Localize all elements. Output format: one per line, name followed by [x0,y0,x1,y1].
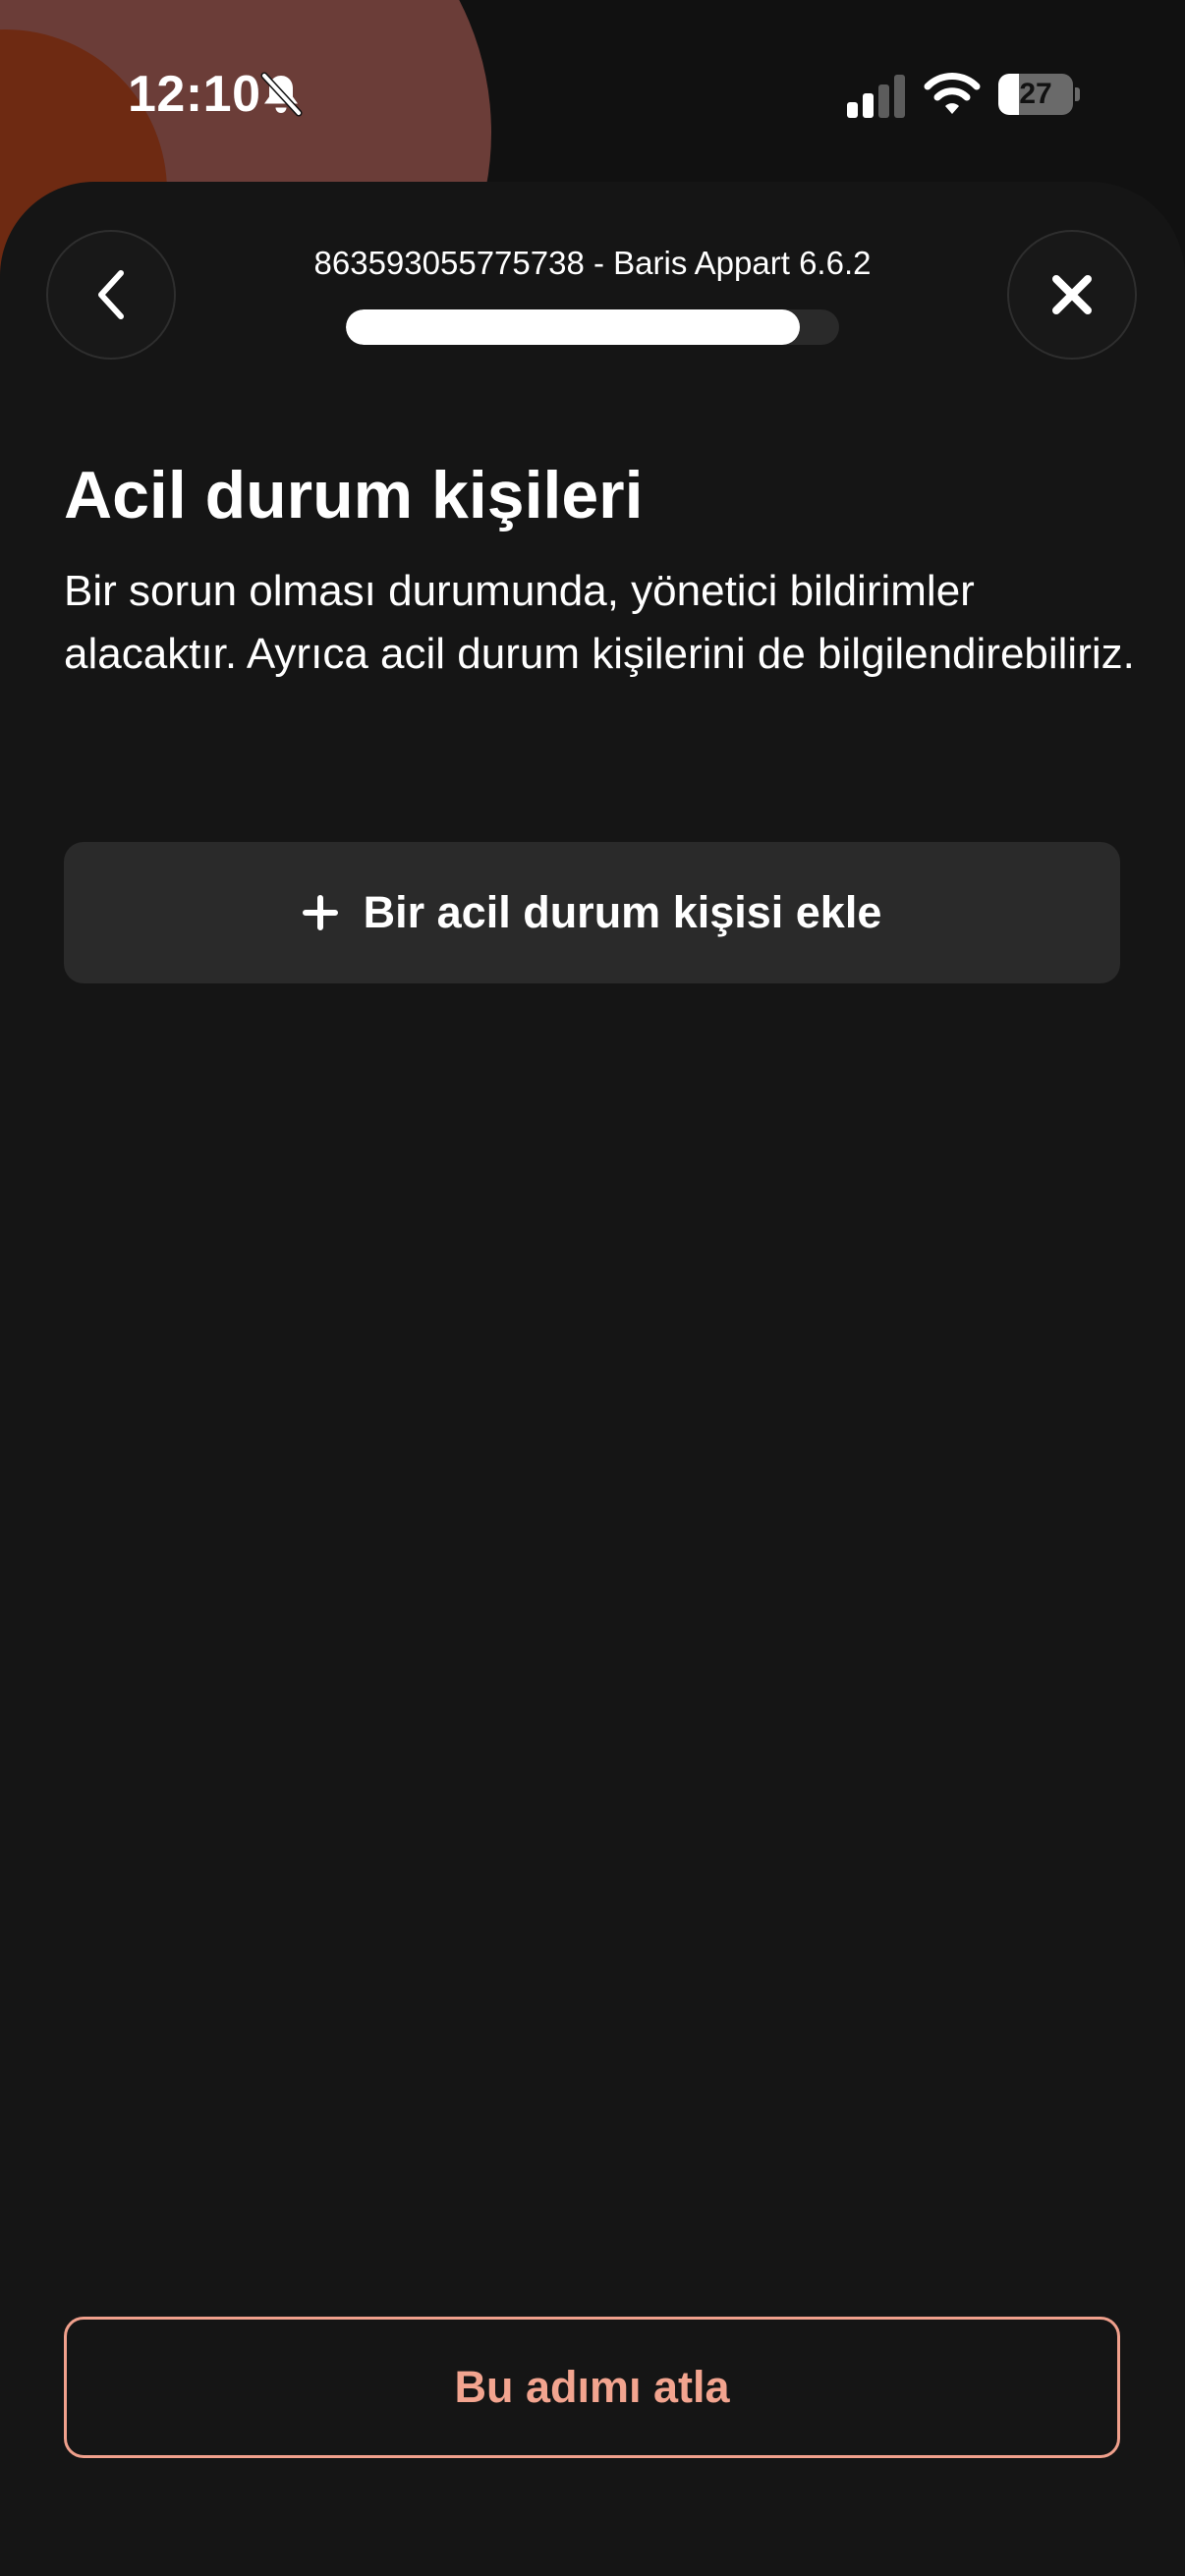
wifi-icon [924,71,981,116]
add-emergency-contact-label: Bir acil durum kişisi ekle [363,887,882,937]
page-title: Acil durum kişileri [64,458,644,532]
onboarding-sheet: 863593055775738 - Baris Appart 6.6.2 Aci… [0,182,1185,2576]
progress-bar-fill [346,309,800,345]
back-button[interactable] [46,230,176,360]
page-description: Bir sorun olması durumunda, yönetici bil… [64,567,1135,678]
close-icon [1052,275,1092,314]
skip-step-label: Bu adımı atla [454,2362,730,2412]
skip-step-button[interactable]: Bu adımı atla [64,2317,1120,2458]
chevron-left-icon [98,270,124,319]
plus-icon [302,895,338,930]
bell-slash-icon [257,71,305,118]
header-title: 863593055775738 - Baris Appart 6.6.2 [313,245,872,281]
status-time: 12:10 [128,66,261,123]
add-emergency-contact-button[interactable]: Bir acil durum kişisi ekle [64,842,1120,983]
screen: 12:10 27 863593055775738 - Baris Appart … [0,0,1185,2576]
close-button[interactable] [1007,230,1137,360]
battery-level: 27 [1019,78,1052,110]
progress-bar [346,309,839,345]
status-bar: 12:10 27 [0,0,1185,182]
cellular-signal-icon [847,75,908,118]
battery-icon: 27 [998,74,1081,115]
